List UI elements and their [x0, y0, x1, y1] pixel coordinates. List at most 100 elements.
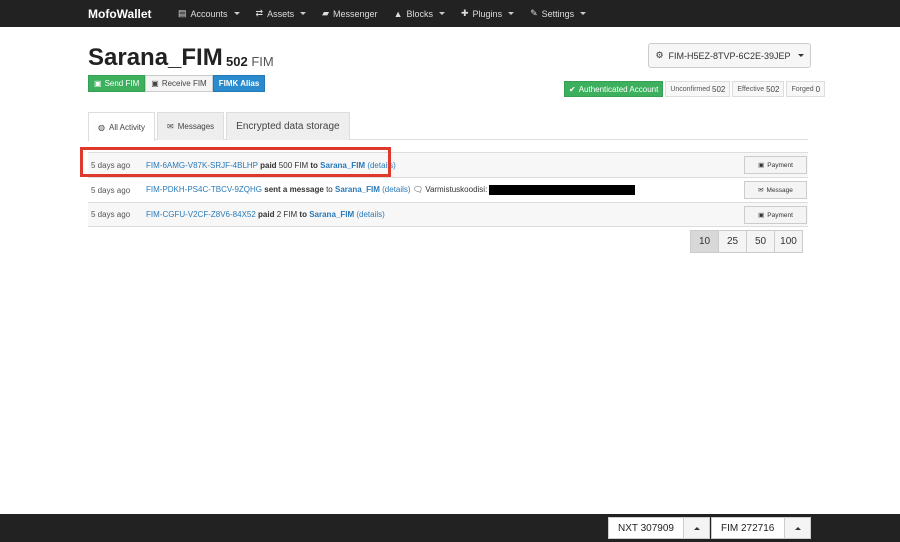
message-type-button[interactable]: ✉ Message	[744, 181, 807, 199]
receive-button[interactable]: ▣ Receive FIM	[145, 75, 213, 92]
forged-label: Forged	[791, 85, 814, 93]
activity-amount: 2 FIM	[276, 210, 298, 219]
send-button[interactable]: ▣ Send FIM	[88, 75, 146, 92]
money-icon: ▣	[151, 79, 159, 88]
caret-up-icon	[794, 526, 801, 530]
table-row: 5 days ago FIM-CGFU-V2CF-Z8V6-84X52 paid…	[88, 202, 808, 227]
globe-icon: ◍	[98, 122, 105, 132]
account-address: FIM-H5EZ-8TVP-6C2E-39JEP	[668, 50, 791, 61]
nav-blocks[interactable]: ▲ Blocks	[386, 0, 453, 27]
check-icon: ✔	[569, 84, 576, 94]
unconfirmed-badge: Unconfirmed 502	[665, 81, 731, 97]
envelope-icon: ✉	[167, 122, 174, 131]
tab-label: Messages	[177, 122, 215, 131]
chat-icon: ▰	[322, 8, 330, 18]
type-label: Message	[766, 186, 793, 194]
tab-encrypted-storage[interactable]: Encrypted data storage	[226, 112, 350, 140]
details-link[interactable]: (details)	[382, 185, 410, 194]
effective-value: 502	[766, 84, 780, 94]
activity-tabs: ◍ All Activity ✉ Messages Encrypted data s…	[88, 112, 808, 141]
nav-plugins[interactable]: ✚ Plugins	[453, 0, 522, 27]
nav-accounts[interactable]: ▤ Accounts	[170, 0, 248, 27]
nav-label: Messenger	[333, 8, 378, 19]
caret-down-icon	[233, 12, 240, 15]
send-label: Send FIM	[104, 79, 140, 88]
highlight-box	[80, 147, 391, 177]
money-icon: ▣	[758, 212, 765, 219]
comment-icon: 🗨	[412, 185, 423, 195]
nxt-ticker: NXT 307909	[608, 517, 684, 539]
brand-logo[interactable]: MofoWallet	[88, 7, 170, 21]
table-row: 5 days ago FIM-PDKH-PS4C-TBCV-9ZQHG sent…	[88, 177, 808, 202]
account-actions: ▣ Send FIM ▣ Receive FIM FIMK Alias	[88, 75, 266, 92]
authenticated-label: Authenticated Account	[578, 84, 659, 94]
details-link[interactable]: (details)	[356, 210, 384, 219]
type-label: Payment	[767, 161, 793, 169]
activity-description: FIM-PDKH-PS4C-TBCV-9ZQHG sent a message …	[146, 185, 808, 195]
tab-all-activity[interactable]: ◍ All Activity	[88, 112, 155, 141]
nav-label: Plugins	[472, 8, 503, 19]
nav-label: Settings	[541, 8, 575, 19]
caret-down-icon	[300, 12, 307, 15]
nav-label: Accounts	[190, 8, 228, 19]
page-size-50[interactable]: 50	[746, 230, 775, 253]
page-size-25[interactable]: 25	[718, 230, 747, 253]
balance-value: 502	[226, 54, 248, 69]
account-status: ✔ Authenticated Account Unconfirmed 502 Ef…	[564, 81, 826, 97]
caret-down-icon	[508, 12, 515, 15]
page-size-selector: 10 25 50 100	[690, 230, 803, 253]
page-size-10[interactable]: 10	[690, 230, 719, 253]
alias-button[interactable]: FIMK Alias	[212, 75, 266, 92]
nxt-expand-button[interactable]	[683, 517, 710, 539]
caret-down-icon	[797, 54, 804, 57]
to-word: to	[326, 185, 333, 195]
balance-unit: FIM	[251, 54, 274, 69]
money-icon: ▣	[94, 79, 102, 88]
forged-value: 0	[815, 84, 821, 94]
type-label: Payment	[767, 211, 793, 219]
gear-icon: ⚙	[655, 50, 664, 60]
activity-verb: sent a message	[264, 185, 324, 195]
sender-link[interactable]: FIM-PDKH-PS4C-TBCV-9ZQHG	[146, 185, 262, 194]
to-word: to	[299, 210, 307, 219]
payment-type-button[interactable]: ▣ Payment	[744, 156, 807, 174]
message-text: Varmistuskoodisi:	[425, 185, 488, 195]
forged-badge: Forged 0	[786, 81, 826, 97]
caret-down-icon	[439, 12, 445, 15]
payment-type-button[interactable]: ▣ Payment	[744, 206, 807, 224]
recipient-link[interactable]: Sarana_FIM	[309, 210, 354, 219]
activity-time: 5 days ago	[91, 210, 131, 219]
redacted-block	[489, 185, 636, 195]
effective-label: Effective	[737, 85, 765, 93]
fim-ticker: FIM 272716	[711, 517, 785, 539]
nav-assets[interactable]: ⇄ Assets	[248, 0, 315, 27]
nav-label: Blocks	[406, 8, 433, 19]
activity-time: 5 days ago	[91, 185, 131, 195]
unconfirmed-label: Unconfirmed	[670, 85, 711, 93]
tab-label: All Activity	[108, 122, 145, 132]
page-size-100[interactable]: 100	[774, 230, 803, 253]
activity-description: FIM-CGFU-V2CF-Z8V6-84X52 paid 2 FIM to S…	[146, 210, 808, 219]
effective-badge: Effective 502	[732, 81, 785, 97]
account-name: Sarana_FIM	[88, 44, 223, 71]
authenticated-badge: ✔ Authenticated Account	[564, 81, 664, 97]
account-switcher[interactable]: ⚙ FIM-H5EZ-8TVP-6C2E-39JEP	[648, 43, 811, 68]
caret-up-icon	[693, 526, 700, 530]
exchange-icon: ⇄	[255, 8, 264, 18]
activity-verb: paid	[258, 210, 275, 219]
nav-label: Assets	[267, 8, 295, 19]
nav-settings[interactable]: ✎ Settings	[522, 0, 594, 27]
puzzle-icon: ✚	[461, 8, 469, 18]
recipient-link[interactable]: Sarana_FIM	[335, 185, 380, 194]
fim-expand-button[interactable]	[784, 517, 811, 539]
account-balance: 502 FIM	[226, 54, 274, 69]
money-icon: ▣	[758, 162, 765, 169]
sender-link[interactable]: FIM-CGFU-V2CF-Z8V6-84X52	[146, 210, 256, 219]
alias-label: FIMK Alias	[218, 79, 260, 88]
wrench-icon: ✎	[530, 8, 538, 18]
top-navbar: MofoWallet ▤ Accounts ⇄ Assets ▰ Messenger …	[0, 0, 900, 27]
bottom-bar: NXT 307909 FIM 272716	[0, 514, 900, 542]
tab-messages[interactable]: ✉ Messages	[157, 112, 225, 140]
nav-messenger[interactable]: ▰ Messenger	[314, 0, 385, 27]
caret-down-icon	[580, 12, 587, 15]
